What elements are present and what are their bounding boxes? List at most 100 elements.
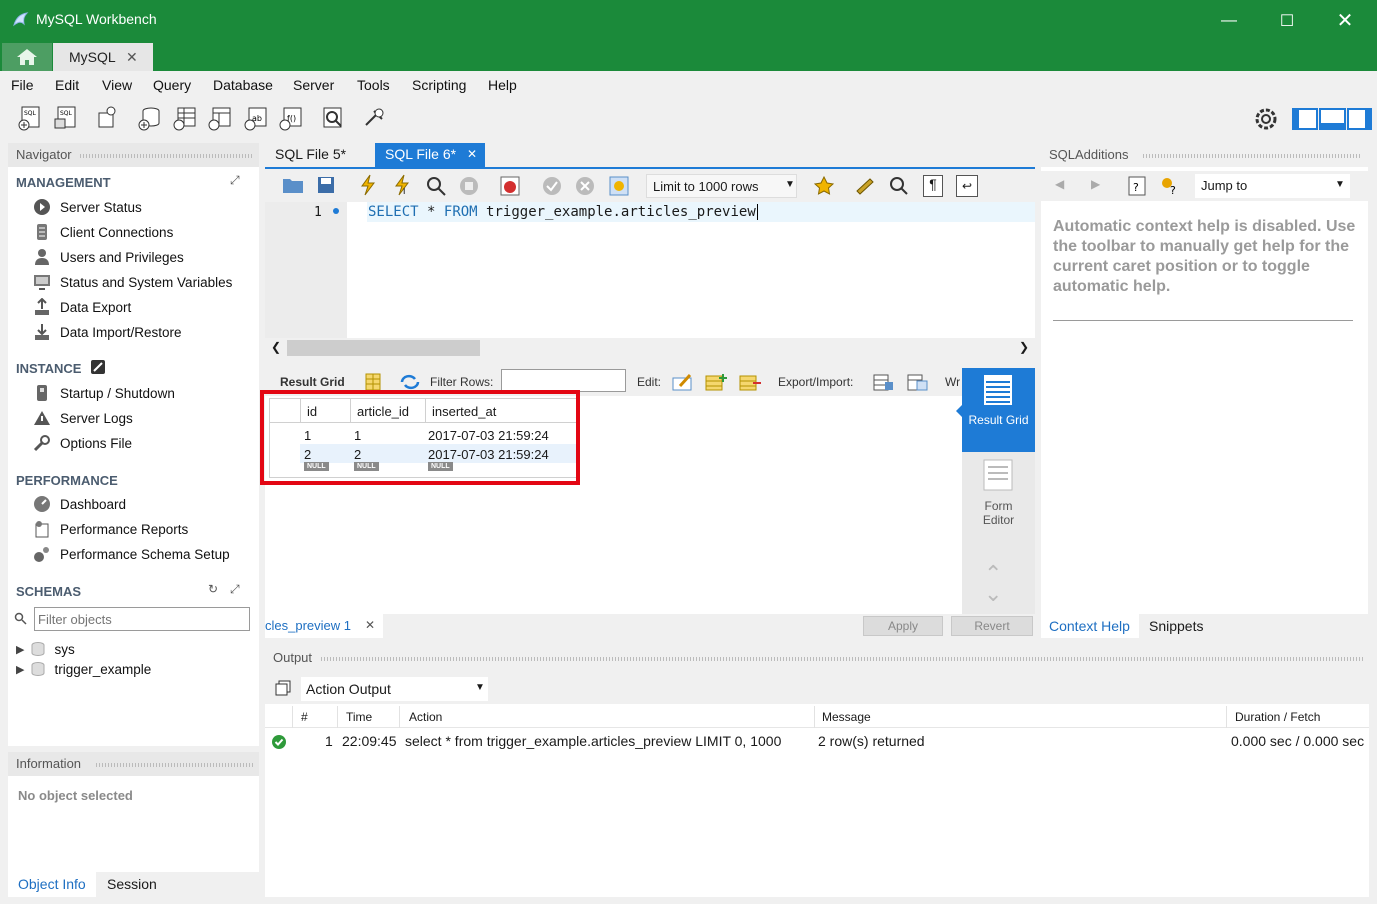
create-view-icon[interactable] [207,105,233,131]
close-tab-icon[interactable]: ✕ [467,147,477,161]
scroll-up-icon[interactable]: ⌃ [984,563,1002,585]
close-tab-icon[interactable]: ✕ [126,49,138,66]
export-icon[interactable] [873,372,895,392]
refresh-icon[interactable] [399,374,421,390]
explain-icon[interactable] [425,175,447,197]
nav-startup-shutdown[interactable]: Startup / Shutdown [32,383,175,403]
column-header-time[interactable]: Time [346,710,372,724]
column-header-duration[interactable]: Duration / Fetch [1235,710,1320,724]
form-editor-side-button[interactable]: Form Editor [962,456,1035,528]
connection-tab[interactable]: MySQL ✕ [53,43,153,71]
tab-sql-file-6[interactable]: SQL File 6* ✕ [375,143,485,167]
insert-row-icon[interactable] [705,372,727,392]
menu-file[interactable]: File [11,77,34,93]
scroll-right-icon[interactable]: ❯ [1019,340,1029,354]
invisible-chars-icon[interactable]: ¶ [923,175,943,197]
output-type-select[interactable]: Action Output ▼ [301,677,488,701]
filter-objects-input[interactable] [34,607,250,631]
nav-server-logs[interactable]: Server Logs [32,408,133,428]
add-snippet-star-icon[interactable] [813,175,835,197]
filter-rows-input[interactable] [501,369,626,392]
editor-horizontal-scrollbar[interactable]: ❮ ❯ [265,338,1035,358]
expand-schemas-icon[interactable]: ⤢ [230,582,240,597]
limit-rows-select[interactable]: Limit to 1000 rows ▼ [646,174,797,198]
create-schema-icon[interactable] [137,105,163,131]
tab-sql-file-5[interactable]: SQL File 5* [265,143,356,167]
refresh-schemas-icon[interactable]: ↻ [208,582,218,596]
nav-options-file[interactable]: Options File [32,433,132,453]
nav-dashboard[interactable]: Dashboard [32,494,126,514]
tab-session[interactable]: Session [107,876,157,892]
execute-icon[interactable] [358,174,378,196]
menu-server[interactable]: Server [293,77,334,93]
menu-help[interactable]: Help [488,77,517,93]
create-function-icon[interactable]: f() [278,105,304,131]
column-header-action[interactable]: Action [409,710,442,724]
jump-to-select[interactable]: Jump to ▼ [1195,174,1350,198]
home-tab[interactable] [2,43,52,71]
wrap-lines-icon[interactable]: ↩ [956,175,978,197]
new-sql-tab-icon[interactable]: SQL [17,105,43,131]
copy-icon[interactable] [275,680,291,696]
expand-arrow-icon[interactable]: ▶ [16,663,24,676]
create-table-icon[interactable] [172,105,198,131]
import-icon[interactable] [907,372,929,392]
stop-icon[interactable] [458,175,480,197]
nav-performance-reports[interactable]: Performance Reports [32,519,188,539]
toggle-error-icon[interactable] [499,175,521,197]
nav-server-status[interactable]: Server Status [32,197,142,217]
reconnect-icon[interactable] [362,105,388,131]
nav-client-connections[interactable]: Client Connections [32,222,173,242]
nav-data-export[interactable]: Data Export [32,297,131,317]
schema-item-trigger-example[interactable]: ▶ trigger_example [16,659,151,679]
rollback-icon[interactable] [574,175,596,197]
back-icon[interactable]: ◀ [1055,177,1064,191]
search-table-data-icon[interactable] [320,105,346,131]
auto-help-icon[interactable]: ? [1159,175,1181,197]
maximize-button[interactable]: ☐ [1258,0,1316,41]
menu-edit[interactable]: Edit [55,77,79,93]
scroll-left-icon[interactable]: ❮ [271,340,281,354]
tab-context-help[interactable]: Context Help [1041,614,1139,638]
sql-editor[interactable]: 1 SELECT * FROM trigger_example.articles… [265,202,1035,338]
close-result-tab-icon[interactable]: ✕ [365,618,375,632]
result-grid-side-button[interactable]: Result Grid [956,368,1035,452]
grid-icon[interactable] [364,373,382,391]
tab-object-info[interactable]: Object Info [8,872,96,897]
settings-gear-icon[interactable] [1254,107,1278,131]
create-procedure-icon[interactable]: ab [243,105,269,131]
table-row[interactable]: 1 22:09:45 select * from trigger_example… [265,730,1369,752]
menu-scripting[interactable]: Scripting [412,77,466,93]
expand-icon[interactable]: ⤢ [230,173,240,188]
minimize-button[interactable]: — [1200,0,1258,41]
toggle-sidebar-button[interactable] [1292,108,1318,130]
nav-data-import[interactable]: Data Import/Restore [32,322,182,342]
schema-inspector-icon[interactable] [95,105,121,131]
tab-snippets[interactable]: Snippets [1149,618,1203,634]
revert-button[interactable]: Revert [951,616,1033,636]
nav-performance-schema-setup[interactable]: Performance Schema Setup [32,544,230,564]
close-button[interactable]: ✕ [1316,0,1374,41]
menu-query[interactable]: Query [153,77,191,93]
menu-tools[interactable]: Tools [357,77,390,93]
schema-item-sys[interactable]: ▶ sys [16,639,75,659]
nav-status-variables[interactable]: Status and System Variables [32,272,232,292]
delete-row-icon[interactable] [739,372,761,392]
column-header-message[interactable]: Message [822,710,871,724]
edit-row-icon[interactable] [672,372,694,392]
manual-help-icon[interactable]: ? [1127,175,1147,197]
find-icon[interactable] [888,175,910,197]
scroll-thumb[interactable] [287,340,480,356]
apply-button[interactable]: Apply [863,616,943,636]
toggle-output-button[interactable] [1319,108,1346,130]
scroll-down-icon[interactable]: ⌄ [984,583,1002,605]
forward-icon[interactable]: ▶ [1091,177,1100,191]
result-tab[interactable]: cles_preview 1 ✕ [265,614,383,638]
commit-icon[interactable] [541,175,563,197]
execute-current-icon[interactable]: I [392,174,412,196]
nav-users-privileges[interactable]: Users and Privileges [32,247,184,267]
toggle-secondary-sidebar-button[interactable] [1347,108,1372,130]
beautify-icon[interactable] [854,175,876,197]
menu-view[interactable]: View [102,77,132,93]
expand-arrow-icon[interactable]: ▶ [16,643,24,656]
